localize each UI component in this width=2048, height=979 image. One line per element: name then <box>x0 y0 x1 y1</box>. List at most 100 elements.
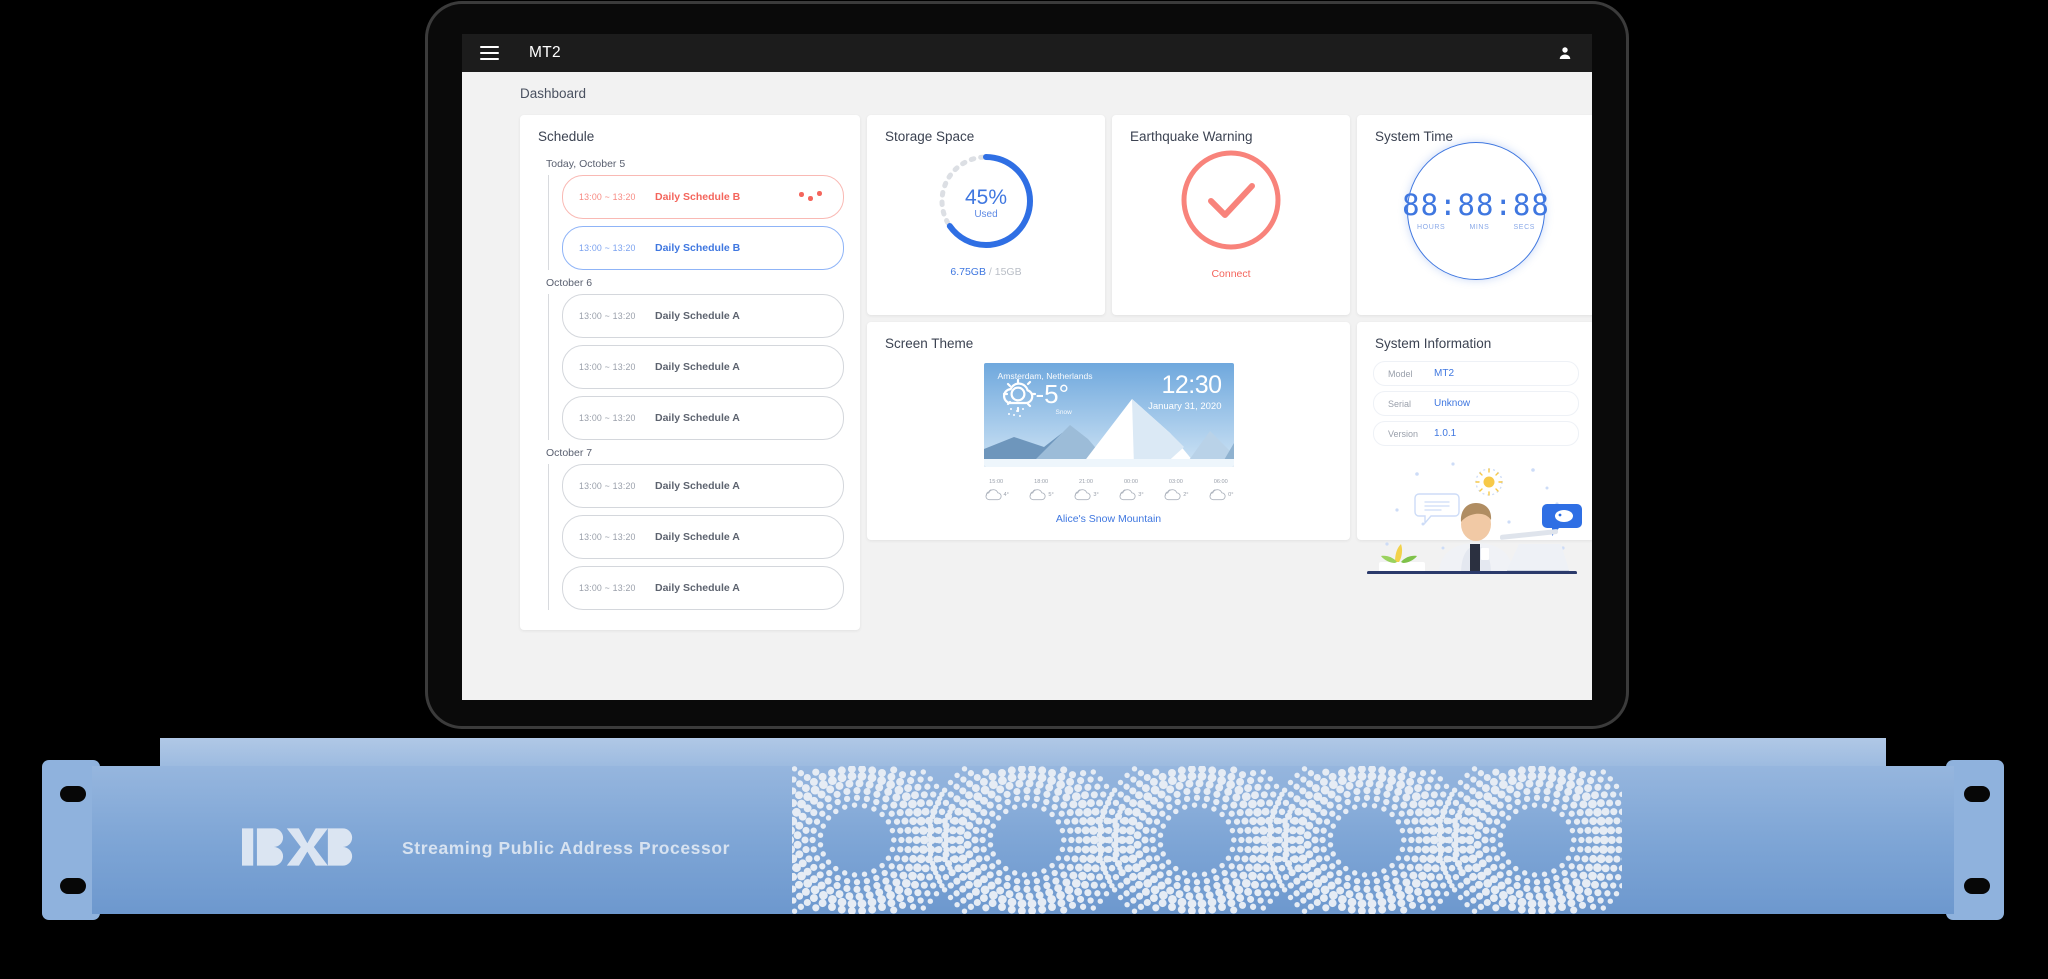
person-at-laptop-illustration <box>1357 452 1592 579</box>
schedule-event-item[interactable]: 13:00 ~ 13:20 Daily Schedule A <box>562 566 844 610</box>
theme-condition: Snow <box>1055 409 1072 416</box>
schedule-event-name: Daily Schedule A <box>655 412 740 424</box>
earthquake-status <box>1112 146 1350 254</box>
hamburger-icon[interactable] <box>480 46 499 60</box>
storage-separator: / <box>988 266 992 278</box>
forecast-hour: 18:00 <box>1034 479 1049 485</box>
cloud-icon <box>1209 489 1226 501</box>
mount-slot <box>60 786 86 802</box>
forecast-hour: 15:00 <box>989 479 1004 485</box>
system-information-rows: Model MT2 Serial Unknow Version 1.0.1 <box>1357 361 1592 446</box>
scene: MT2 Dashboard Schedule Today, October 5 1… <box>0 0 2048 979</box>
screen-theme-card: Screen Theme Amsterdam, Netherlands -5° … <box>867 322 1350 540</box>
system-info-value: 1.0.1 <box>1434 428 1457 439</box>
forecast-body: 4° <box>984 488 1009 501</box>
unit-hours: HOURS <box>1417 224 1446 231</box>
storage-percent: 45% <box>965 186 1007 209</box>
schedule-event-time: 13:00 ~ 13:20 <box>579 583 636 593</box>
hourly-forecast-item: 21:00 3° <box>1073 479 1099 501</box>
storage-used-label: Used <box>974 209 997 220</box>
schedule-event-name: Daily Schedule B <box>655 191 741 203</box>
app-title: MT2 <box>529 44 561 61</box>
system-info-key: Serial <box>1388 398 1412 409</box>
schedule-event-time: 13:00 ~ 13:20 <box>579 192 636 202</box>
cloud-icon <box>1029 489 1047 501</box>
bottom-row: Screen Theme Amsterdam, Netherlands -5° … <box>867 322 1592 575</box>
forecast-temp: 4° <box>1003 491 1009 498</box>
schedule-event-item[interactable]: 13:00 ~ 13:20 Daily Schedule A <box>562 396 844 440</box>
schedule-event-time: 13:00 ~ 13:20 <box>579 413 636 423</box>
schedule-day-group: 13:00 ~ 13:20 Daily Schedule A 13:00 ~ 13:… <box>548 464 844 610</box>
unit-secs: SECS <box>1513 224 1535 231</box>
schedule-day-label: October 7 <box>546 447 593 459</box>
theme-preview-image[interactable]: Amsterdam, Netherlands -5° Snow 12:30 Ja… <box>983 363 1234 467</box>
theme-name-link[interactable]: Alice's Snow Mountain <box>867 513 1350 525</box>
forecast-temp: 0° <box>1228 491 1234 498</box>
schedule-day-label: Today, October 5 <box>546 158 626 170</box>
system-time-title: System Time <box>1375 129 1454 144</box>
earthquake-warning-card: Earthquake Warning Connect <box>1112 115 1350 315</box>
illustration-art <box>1367 462 1582 575</box>
storage-total-value: 15GB <box>994 266 1022 278</box>
breadcrumb: Dashboard <box>520 86 587 101</box>
system-time-gauge: 88:88:88 HOURS MINS SECS <box>1357 142 1592 280</box>
mount-slot <box>60 878 86 894</box>
schedule-card: Schedule Today, October 5 13:00 ~ 13:20 Da… <box>520 115 860 630</box>
system-info-key: Model <box>1388 368 1413 379</box>
schedule-day-group: 13:00 ~ 13:20 Daily Schedule A 13:00 ~ 13:… <box>548 294 844 440</box>
mount-slot <box>1964 878 1990 894</box>
dashboard-grid: Schedule Today, October 5 13:00 ~ 13:20 Da… <box>520 115 1592 630</box>
schedule-event-item[interactable]: 13:00 ~ 13:20 Daily Schedule A <box>562 294 844 338</box>
earthquake-title: Earthquake Warning <box>1130 129 1253 144</box>
schedule-event-item[interactable]: 13:00 ~ 13:20 Daily Schedule A <box>562 515 844 559</box>
schedule-event-name: Daily Schedule B <box>655 242 741 254</box>
forecast-hour: 03:00 <box>1168 479 1183 485</box>
forecast-temp: 3° <box>1138 491 1144 498</box>
schedule-event-name: Daily Schedule A <box>655 582 740 594</box>
system-info-value: MT2 <box>1434 368 1454 379</box>
schedule-event-name: Daily Schedule A <box>655 310 740 322</box>
theme-temperature: -5° <box>1035 379 1070 409</box>
system-information-title: System Information <box>1375 336 1492 351</box>
rack-faceplate: Streaming Public Address Processor <box>92 766 1954 914</box>
unit-mins: MINS <box>1469 224 1490 231</box>
schedule-event-name: Daily Schedule A <box>655 361 740 373</box>
cloud-icon <box>1164 489 1181 501</box>
mount-slot <box>1964 786 1990 802</box>
hourly-forecast-item: 18:00 5° <box>1028 479 1054 501</box>
forecast-body: 5° <box>1028 488 1054 501</box>
system-info-key: Version <box>1388 428 1419 439</box>
schedule-status-dots[interactable] <box>799 190 825 204</box>
screen: MT2 Dashboard Schedule Today, October 5 1… <box>462 34 1592 700</box>
cloud-icon <box>985 489 1002 501</box>
schedule-event-name: Daily Schedule A <box>655 531 740 543</box>
forecast-temp: 2° <box>1183 491 1189 498</box>
system-time-display: 88:88:88 <box>1402 188 1550 222</box>
schedule-day-group: 13:00 ~ 13:20 Daily Schedule B 13:00 ~ 13:… <box>548 175 844 270</box>
system-time-circle: 88:88:88 HOURS MINS SECS <box>1402 142 1549 280</box>
bxb-logo-icon <box>242 828 353 866</box>
schedule-event-time: 13:00 ~ 13:20 <box>579 532 636 542</box>
schedule-event-item[interactable]: 13:00 ~ 13:20 Daily Schedule B <box>562 175 844 219</box>
schedule-title: Schedule <box>538 129 595 144</box>
hourly-forecast-item: 03:00 2° <box>1163 479 1189 501</box>
system-time-card: System Time 88:88:88 HOURS MINS SECS <box>1357 115 1592 315</box>
right-column: Storage Space 45% Used 6.75GB / 15GB Ear… <box>867 115 1592 575</box>
schedule-event-time: 13:00 ~ 13:20 <box>579 481 636 491</box>
schedule-event-item[interactable]: 13:00 ~ 13:20 Daily Schedule A <box>562 464 844 508</box>
system-info-row: Version 1.0.1 <box>1373 421 1579 446</box>
forecast-body: 0° <box>1208 488 1233 501</box>
forecast-hour: 21:00 <box>1079 479 1094 485</box>
schedule-event-item[interactable]: 13:00 ~ 13:20 Daily Schedule B <box>562 226 844 270</box>
storage-space-card: Storage Space 45% Used 6.75GB / 15GB <box>867 115 1105 315</box>
rack-ear-right <box>1946 760 2004 920</box>
cloud-icon <box>1119 489 1136 501</box>
forecast-hour: 06:00 <box>1213 479 1228 485</box>
theme-date: January 31, 2020 <box>1148 401 1222 412</box>
earthquake-connect-link[interactable]: Connect <box>1112 268 1350 280</box>
schedule-event-time: 13:00 ~ 13:20 <box>579 243 636 253</box>
system-time-units: HOURS MINS SECS <box>1417 224 1535 231</box>
user-account-icon[interactable] <box>1556 44 1574 62</box>
schedule-event-item[interactable]: 13:00 ~ 13:20 Daily Schedule A <box>562 345 844 389</box>
page-content: Dashboard Schedule Today, October 5 13:00… <box>462 72 1592 700</box>
